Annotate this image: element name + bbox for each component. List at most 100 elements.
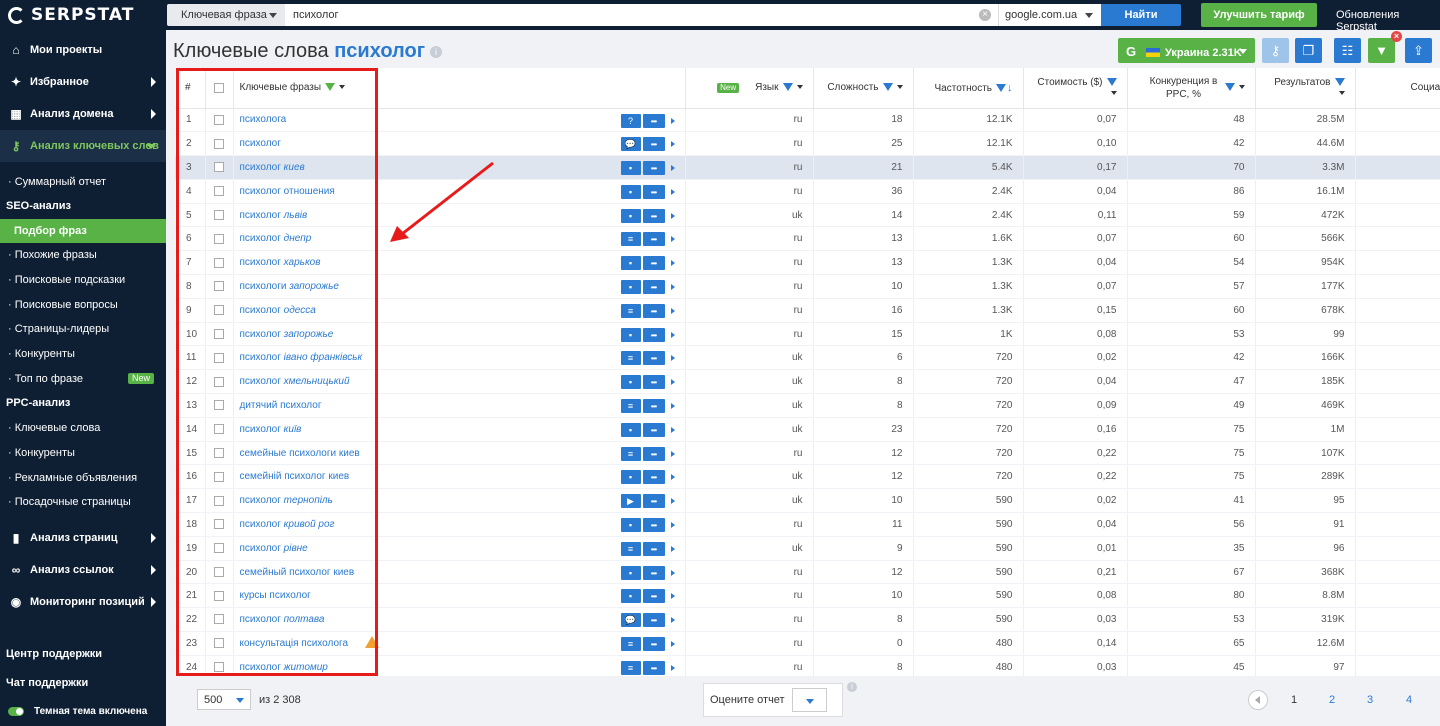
serp-feature-icon[interactable]: ≡ [620, 351, 641, 366]
serp-feature-icon[interactable]: ▪ [620, 208, 641, 223]
sidebar-sub-ads[interactable]: · Рекламные объявления [0, 466, 166, 490]
sidebar-item-keyword-analysis[interactable]: ⚷ Анализ ключевых слов [0, 130, 166, 162]
serp-feature-icon[interactable]: 💬 [620, 137, 641, 152]
chevron-right-icon[interactable] [670, 593, 675, 600]
keyword-link[interactable]: дитячий психолог [240, 400, 322, 411]
row-select-checkbox[interactable] [214, 519, 224, 530]
sidebar-sub-competitors[interactable]: · Конкуренты [0, 342, 166, 366]
col-competition[interactable]: Конкуренция в PPC, % [1127, 68, 1256, 109]
table-row[interactable]: 20 семейный психолог киев ▪ ru125900,216736… [175, 560, 1440, 585]
serp-feature-icon[interactable]: ≡ [620, 637, 641, 652]
rows-per-page-select[interactable]: 500 [197, 689, 251, 710]
table-row[interactable]: 14 психолог київ ▪ uk237200,16751M [175, 417, 1440, 442]
info-icon[interactable]: i [430, 46, 442, 58]
keyword-link[interactable]: психолог житомир [240, 662, 328, 673]
serp-feature-icon[interactable]: ▶ [620, 494, 641, 509]
more-options-icon[interactable] [642, 280, 665, 295]
export-icon[interactable]: ⇪ [1405, 38, 1432, 63]
more-options-icon[interactable] [642, 256, 665, 271]
chevron-right-icon[interactable] [670, 450, 675, 457]
key-tool-button[interactable]: ⚷ [1262, 38, 1289, 63]
table-row[interactable]: 5 психолог львів ▪ uk142.4K0,1159472K [175, 203, 1440, 228]
row-select-checkbox[interactable] [214, 662, 224, 673]
filter-icon[interactable] [1106, 77, 1117, 86]
sidebar-item-rank-monitoring[interactable]: ◉ Мониторинг позиций [0, 586, 166, 618]
col-volume[interactable]: Частотность ↓ [913, 68, 1024, 109]
sidebar-item-page-analysis[interactable]: ▮ Анализ страниц [0, 522, 166, 554]
more-options-icon[interactable] [642, 613, 665, 628]
upgrade-plan-button[interactable]: Улучшить тариф [1201, 3, 1317, 27]
more-options-icon[interactable] [642, 470, 665, 485]
col-keyword[interactable]: Ключевые фразы [233, 68, 686, 109]
row-select-checkbox[interactable] [214, 233, 224, 244]
row-select-checkbox[interactable] [214, 352, 224, 363]
more-options-icon[interactable] [642, 375, 665, 390]
sidebar-sub-search-questions[interactable]: · Поисковые вопросы [0, 293, 166, 317]
keyword-link[interactable]: психолог отношения [240, 186, 335, 197]
col-social[interactable]: Социал [1355, 68, 1440, 109]
serp-feature-icon[interactable]: ▪ [620, 422, 641, 437]
region-select-button[interactable]: G Украина 2.31K [1118, 38, 1255, 63]
sidebar-sub-ppc-competitors[interactable]: · Конкуренты [0, 441, 166, 465]
rate-report-select[interactable] [792, 688, 827, 712]
more-options-icon[interactable] [642, 184, 665, 199]
table-row[interactable]: 24 психолог житомир ≡ ru84800,034597 [175, 655, 1440, 676]
chevron-right-icon[interactable] [670, 236, 675, 243]
keyword-link[interactable]: психолог київ [240, 424, 302, 435]
chevron-right-icon[interactable] [670, 545, 675, 552]
page-2[interactable]: 2 [1329, 694, 1335, 706]
chevron-right-icon[interactable] [670, 331, 675, 338]
sidebar-item-domain-analysis[interactable]: ▦ Анализ домена [0, 98, 166, 130]
columns-icon[interactable]: ☷ [1334, 38, 1361, 63]
keyword-link[interactable]: психолог днепр [240, 233, 312, 244]
keyword-link[interactable]: психолог кривой рог [240, 519, 335, 530]
keyword-link[interactable]: психолог одесса [240, 305, 316, 316]
more-options-icon[interactable] [642, 303, 665, 318]
serp-feature-icon[interactable]: ≡ [620, 303, 641, 318]
table-row[interactable]: 11 психолог івано франківськ ≡ uk67200,0242… [175, 345, 1440, 371]
caret-icon[interactable] [1110, 90, 1117, 95]
warning-icon[interactable] [364, 636, 379, 649]
sidebar-sub-summary[interactable]: · Суммарный отчет [0, 170, 166, 194]
sidebar-sub-ppc-keywords[interactable]: · Ключевые слова [0, 416, 166, 440]
caret-icon[interactable] [1238, 85, 1245, 90]
table-row[interactable]: 22 психолог полтава 💬 ru85900,0353319K [175, 607, 1440, 633]
copy-icon[interactable]: ❐ [1295, 38, 1322, 63]
row-select-checkbox[interactable] [214, 400, 224, 411]
keyword-link[interactable]: консультація психолога [240, 638, 349, 649]
row-select-checkbox[interactable] [214, 328, 224, 339]
filter-icon[interactable] [996, 83, 1006, 92]
table-row[interactable]: 9 психолог одесса ≡ ru161.3K0,1560678K [175, 298, 1440, 323]
row-select-checkbox[interactable] [214, 305, 224, 316]
chevron-right-icon[interactable] [670, 426, 675, 433]
chevron-right-icon[interactable] [670, 307, 675, 314]
table-row[interactable]: 4 психолог отношения ▪ ru362.4K0,048616.1M [175, 179, 1440, 204]
table-row[interactable]: 7 психолог харьков ▪ ru131.3K0,0454954K [175, 250, 1440, 276]
caret-icon[interactable] [339, 85, 346, 90]
page-1[interactable]: 1 [1291, 694, 1297, 706]
support-center-link[interactable]: Центр поддержки [0, 642, 166, 666]
row-select-checkbox[interactable] [214, 281, 224, 292]
sidebar-sub-phrase-selection[interactable]: Подбор фраз [0, 219, 166, 243]
search-type-select[interactable]: Ключевая фраза [167, 4, 285, 26]
col-results[interactable]: Результатов [1255, 68, 1356, 109]
filter-icon[interactable] [882, 83, 893, 92]
keyword-link[interactable]: психолог [240, 138, 281, 149]
sidebar-sub-search-suggestions[interactable]: · Поисковые подсказки [0, 268, 166, 292]
chevron-right-icon[interactable] [670, 212, 675, 219]
more-options-icon[interactable] [642, 327, 665, 342]
sidebar-sub-leader-pages[interactable]: · Страницы-лидеры [0, 317, 166, 341]
row-select-checkbox[interactable] [214, 162, 224, 173]
dark-theme-toggle[interactable] [8, 707, 24, 716]
more-options-icon[interactable] [642, 660, 665, 675]
serp-feature-icon[interactable]: ≡ [620, 660, 641, 675]
find-button[interactable]: Найти [1101, 4, 1181, 26]
serp-feature-icon[interactable]: ≡ [620, 232, 641, 247]
keyword-link[interactable]: психолог запорожье [240, 329, 334, 340]
database-select[interactable]: google.com.ua [998, 4, 1101, 26]
row-select-checkbox[interactable] [214, 471, 224, 482]
chevron-right-icon[interactable] [670, 260, 675, 267]
chevron-right-icon[interactable] [670, 569, 675, 576]
table-row[interactable]: 8 психологи запорожье ▪ ru101.3K0,0757177K [175, 274, 1440, 299]
row-select-checkbox[interactable] [214, 376, 224, 387]
